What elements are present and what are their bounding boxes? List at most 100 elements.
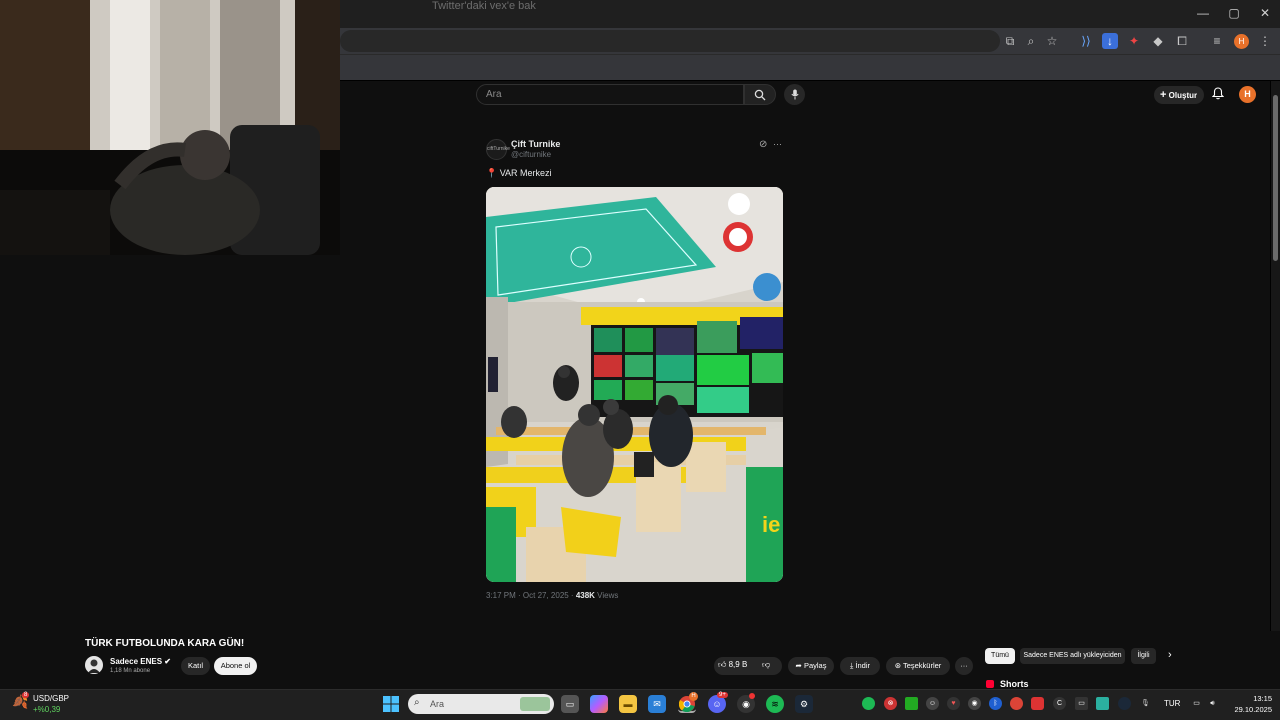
address-bar[interactable] bbox=[340, 30, 1000, 52]
thumbs-up-icon: 👍︎ bbox=[718, 660, 727, 669]
steam-icon[interactable]: ⚙ bbox=[795, 695, 813, 713]
tweet-author-name: Çift Turnike bbox=[511, 139, 561, 149]
channel-name[interactable]: Sadece ENES ✔ bbox=[110, 657, 171, 666]
search-button[interactable] bbox=[744, 84, 776, 105]
tweet-timestamp: 3:17 PM · Oct 27, 2025 · bbox=[486, 591, 576, 600]
bookmark-star-icon[interactable]: ☆ bbox=[1044, 33, 1060, 49]
start-button[interactable] bbox=[382, 695, 400, 713]
channel-avatar[interactable] bbox=[85, 656, 103, 674]
webcam-overlay bbox=[0, 0, 340, 255]
task-view-icon[interactable]: ▭ bbox=[561, 695, 579, 713]
extensions-puzzle-icon[interactable]: ⧠ bbox=[1174, 33, 1190, 49]
tray-spotify-icon[interactable] bbox=[862, 697, 875, 710]
network-icon[interactable]: ▭ bbox=[1190, 697, 1203, 710]
tray-heart-icon[interactable]: ♥ bbox=[947, 697, 960, 710]
zoom-icon[interactable]: ⌕ bbox=[1023, 33, 1039, 49]
chips-next-icon[interactable]: › bbox=[1168, 649, 1172, 661]
system-clock[interactable]: 13:15 29.10.2025 bbox=[1226, 693, 1272, 715]
webcam-feed bbox=[0, 0, 340, 255]
copilot-icon[interactable] bbox=[590, 695, 608, 713]
microphone-tray-icon[interactable]: 🎙︎ bbox=[1139, 697, 1152, 710]
tweet-photo: ie bbox=[486, 187, 783, 582]
channel-subscribers: 1,18 Mn abone bbox=[110, 668, 151, 674]
bell-icon bbox=[1211, 87, 1225, 100]
extension-wave-icon[interactable]: ⟩⟩ bbox=[1078, 33, 1094, 49]
notifications-bell-icon[interactable] bbox=[1210, 87, 1226, 103]
thanks-label: Teşekkürler bbox=[902, 661, 942, 670]
ticker-change: +%0,39 bbox=[33, 705, 61, 714]
chrome-profile-badge: H bbox=[689, 692, 698, 701]
plus-icon: + bbox=[1160, 89, 1167, 101]
extension-download-icon[interactable]: ↓ bbox=[1102, 33, 1118, 49]
taskbar bbox=[0, 689, 1280, 720]
recording-dot bbox=[749, 693, 755, 699]
tray-discord-icon[interactable]: ☺ bbox=[926, 697, 939, 710]
discord-badge: 9+ bbox=[717, 692, 728, 698]
minimize-button[interactable]: — bbox=[1188, 4, 1218, 22]
maximize-button[interactable]: ▢ bbox=[1219, 4, 1249, 22]
share-icon: ➦ bbox=[795, 661, 802, 670]
download-button[interactable]: ⤓ İndir bbox=[840, 657, 880, 675]
reading-list-icon[interactable]: ≡ bbox=[1209, 33, 1225, 49]
tweet-views-count: 438K bbox=[575, 591, 595, 600]
tray-chrome-icon[interactable] bbox=[1010, 697, 1023, 710]
tweet-text: 📍 VAR Merkezi bbox=[486, 168, 552, 178]
tray-steam-icon[interactable] bbox=[1118, 697, 1131, 710]
search-input[interactable]: Ara bbox=[476, 84, 744, 105]
tab-title[interactable]: Twitter'daki vex'e bak bbox=[432, 0, 536, 12]
shorts-icon bbox=[986, 680, 994, 688]
search-icon bbox=[754, 89, 766, 101]
share-button[interactable]: ➦ Paylaş bbox=[788, 657, 834, 675]
tweet-meta: 3:17 PM · Oct 27, 2025 · 438K Views bbox=[486, 591, 618, 600]
betting-room-photo: ie bbox=[486, 187, 783, 582]
thanks-icon: ⊛ bbox=[894, 661, 901, 670]
spotify-icon[interactable]: ≋ bbox=[766, 695, 784, 713]
scrollbar-thumb[interactable] bbox=[1273, 95, 1278, 261]
voice-search-button[interactable] bbox=[784, 84, 805, 105]
search-highlight-icon bbox=[520, 697, 550, 711]
clock-date: 29.10.2025 bbox=[1234, 705, 1272, 714]
clock-time: 13:15 bbox=[1253, 694, 1272, 703]
account-avatar[interactable]: H bbox=[1239, 86, 1256, 103]
more-actions-button[interactable]: ··· bbox=[955, 657, 973, 675]
download-icon: ⤓ bbox=[849, 661, 854, 670]
cast-icon[interactable]: ⧉ bbox=[1002, 33, 1018, 49]
close-button[interactable]: ✕ bbox=[1250, 4, 1280, 22]
tray-red-icon[interactable]: ⊗ bbox=[884, 697, 897, 710]
browser-menu-icon[interactable]: ⋮ bbox=[1257, 33, 1273, 49]
tweet-views-label: Views bbox=[594, 591, 619, 600]
extension-cat-icon[interactable]: ◆ bbox=[1150, 33, 1166, 49]
bluetooth-icon[interactable]: ᛒ bbox=[989, 697, 1002, 710]
tweet-grok-icon: ⊘ bbox=[759, 139, 768, 150]
tray-obs-icon[interactable]: ◉ bbox=[968, 697, 981, 710]
profile-avatar[interactable]: H bbox=[1234, 34, 1249, 49]
chip-related[interactable]: İlgili bbox=[1131, 648, 1156, 664]
tweet-more-icon: ··· bbox=[773, 139, 782, 149]
share-label: Paylaş bbox=[803, 661, 827, 670]
thanks-button[interactable]: ⊛ Teşekkürler bbox=[886, 657, 950, 675]
ticker-name[interactable]: USD/GBP bbox=[33, 694, 69, 703]
chip-all[interactable]: Tümü bbox=[985, 648, 1015, 664]
dislike-button[interactable]: 👎︎ bbox=[762, 660, 776, 672]
tray-app-icon[interactable] bbox=[1031, 697, 1044, 710]
channel-avatar-image bbox=[85, 656, 103, 674]
file-explorer-icon[interactable]: ▬ bbox=[619, 695, 637, 713]
tray-nvidia-icon[interactable] bbox=[905, 697, 918, 710]
join-button[interactable]: Katıl bbox=[181, 657, 210, 675]
windows-logo-icon bbox=[383, 696, 399, 712]
tray-c-icon[interactable]: C bbox=[1053, 697, 1066, 710]
create-button[interactable]: + Oluştur bbox=[1154, 86, 1204, 104]
like-count: 8,9 B bbox=[728, 660, 748, 669]
outlook-icon[interactable]: ✉ bbox=[648, 695, 666, 713]
tweet-author-avatar: ciftTurnike bbox=[486, 139, 510, 160]
language-indicator[interactable]: TUR bbox=[1164, 699, 1180, 708]
taskbar-search-icon: ⌕ bbox=[414, 697, 420, 708]
volume-icon[interactable]: 🔊︎ bbox=[1206, 697, 1219, 710]
chip-from-uploader[interactable]: Sadece ENES adlı yükleyiciden bbox=[1020, 648, 1125, 664]
extension-red-icon[interactable]: ✦ bbox=[1126, 33, 1142, 49]
subscribe-button[interactable]: Abone ol bbox=[214, 657, 257, 675]
tray-teal-icon[interactable] bbox=[1096, 697, 1109, 710]
tray-controller-icon[interactable]: ▭ bbox=[1075, 697, 1088, 710]
tweet-author-handle: @cifturnike bbox=[511, 150, 552, 159]
like-button[interactable]: 👍︎ 8,9 B bbox=[718, 660, 758, 672]
